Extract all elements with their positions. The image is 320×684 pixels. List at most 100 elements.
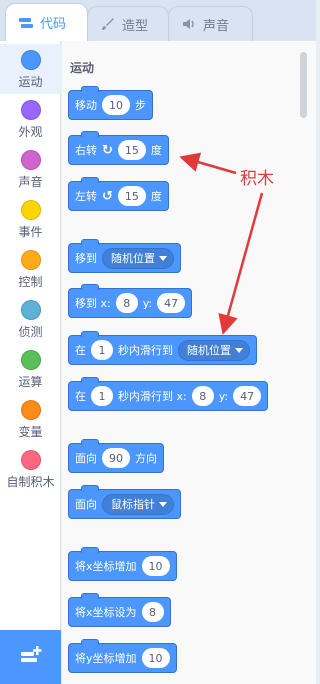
tab-costumes[interactable]: 造型 xyxy=(87,6,169,41)
block-text: 将x坐标增加 xyxy=(75,560,137,573)
block-text: 在 xyxy=(75,390,86,403)
y-input[interactable]: 47 xyxy=(233,386,262,406)
block-text: 在 xyxy=(75,344,86,357)
goto-block[interactable]: 移到 随机位置 xyxy=(68,239,181,273)
category-operators[interactable]: 运算 xyxy=(0,344,61,394)
category-my-blocks[interactable]: 自制积木 xyxy=(0,444,61,494)
block-text: 移到 xyxy=(75,252,97,265)
palette-section-title: 运动 xyxy=(70,61,95,75)
control-color-dot xyxy=(20,250,41,270)
dropdown-value: 随机位置 xyxy=(111,252,155,265)
category-control[interactable]: 控制 xyxy=(0,244,61,294)
tab-costumes-label: 造型 xyxy=(122,18,149,34)
category-label: 运动 xyxy=(18,75,43,89)
point-towards-dropdown[interactable]: 鼠标指针 xyxy=(102,493,174,515)
code-icon xyxy=(18,15,34,31)
variables-color-dot xyxy=(20,400,41,420)
category-label: 变量 xyxy=(18,425,43,439)
rotate-counterclockwise-icon: ↺ xyxy=(102,188,113,204)
change-y-block[interactable]: 将y坐标增加 10 xyxy=(68,639,177,673)
degrees-input[interactable]: 15 xyxy=(117,140,146,160)
category-variables[interactable]: 变量 xyxy=(0,394,61,444)
category-label: 运算 xyxy=(18,375,43,389)
category-sensing[interactable]: 侦测 xyxy=(0,294,61,344)
goto-xy-block[interactable]: 移到 x: 8 y: 47 xyxy=(68,284,193,318)
category-label: 自制积木 xyxy=(6,475,55,489)
add-extension-icon xyxy=(19,644,43,670)
events-color-dot xyxy=(20,200,41,220)
degrees-input[interactable]: 15 xyxy=(117,186,146,206)
category-label: 事件 xyxy=(18,225,43,239)
y-input[interactable]: 47 xyxy=(157,293,186,313)
category-label: 外观 xyxy=(18,125,43,139)
my-blocks-color-dot xyxy=(20,450,41,470)
glide-xy-block[interactable]: 在 1 秒内滑行到 x: 8 y: 47 xyxy=(68,377,269,411)
speaker-icon xyxy=(181,16,197,32)
x-set-input[interactable]: 8 xyxy=(141,602,164,622)
add-extension-button[interactable] xyxy=(0,630,61,684)
block-text: 秒内滑行到 x: xyxy=(118,390,187,403)
block-text: 度 xyxy=(150,190,162,203)
looks-color-dot xyxy=(20,100,41,120)
block-text: 步 xyxy=(135,99,146,112)
category-label: 控制 xyxy=(18,275,43,289)
editor-tabs: 代码 造型 声音 xyxy=(0,0,316,41)
block-text: 方向 xyxy=(135,452,157,465)
point-towards-block[interactable]: 面向 鼠标指针 xyxy=(68,485,181,519)
palette-scrollbar[interactable] xyxy=(300,52,307,118)
brush-icon xyxy=(100,16,116,32)
turn-right-block[interactable]: 右转 ↻ 15 度 xyxy=(68,131,169,165)
tab-sounds-label: 声音 xyxy=(203,18,230,34)
move-steps-block[interactable]: 移动 10 步 xyxy=(68,86,153,120)
block-text: 秒内滑行到 xyxy=(118,344,173,357)
chevron-down-icon xyxy=(159,501,167,507)
set-x-block[interactable]: 将x坐标设为 8 xyxy=(68,593,171,627)
block-text: 右转 xyxy=(75,144,97,157)
block-text: 面向 xyxy=(75,452,97,465)
turn-left-block[interactable]: 左转 ↺ 15 度 xyxy=(68,177,169,211)
category-events[interactable]: 事件 xyxy=(0,194,61,244)
y-change-input[interactable]: 10 xyxy=(141,648,170,668)
tab-code-label: 代码 xyxy=(40,17,67,32)
change-x-block[interactable]: 将x坐标增加 10 xyxy=(68,547,177,581)
x-input[interactable]: 8 xyxy=(191,386,214,406)
category-sound[interactable]: 声音 xyxy=(0,144,61,194)
block-text: 面向 xyxy=(75,498,97,511)
block-text: 移动 xyxy=(75,99,97,112)
seconds-input[interactable]: 1 xyxy=(91,340,113,360)
category-label: 声音 xyxy=(18,175,43,189)
dropdown-value: 随机位置 xyxy=(187,344,231,357)
scratch-editor: 代码 造型 声音 运动 外观 声音 事件 控制 侦测 运算 变量 自制积木 运动… xyxy=(0,0,316,684)
direction-input[interactable]: 90 xyxy=(102,448,130,468)
chevron-down-icon xyxy=(235,347,243,353)
block-text: 将x坐标设为 xyxy=(75,606,137,619)
x-input[interactable]: 8 xyxy=(115,293,138,313)
block-text: 度 xyxy=(150,144,162,157)
tab-sounds[interactable]: 声音 xyxy=(168,6,253,41)
tab-code[interactable]: 代码 xyxy=(5,3,88,41)
block-text: 左转 xyxy=(75,190,97,203)
annotation-label: 积木 xyxy=(240,169,274,189)
category-looks[interactable]: 外观 xyxy=(0,94,61,144)
glide-to-block[interactable]: 在 1 秒内滑行到 随机位置 xyxy=(68,331,257,365)
glide-target-dropdown[interactable]: 随机位置 xyxy=(178,339,250,361)
chevron-down-icon xyxy=(159,255,167,261)
category-label: 侦测 xyxy=(18,325,43,339)
block-text: 将y坐标增加 xyxy=(75,652,137,665)
category-motion[interactable]: 运动 xyxy=(0,44,61,94)
steps-input[interactable]: 10 xyxy=(102,95,130,115)
rotate-clockwise-icon: ↻ xyxy=(102,142,113,158)
dropdown-value: 鼠标指针 xyxy=(111,498,155,511)
x-change-input[interactable]: 10 xyxy=(141,556,170,576)
sound-color-dot xyxy=(20,150,41,170)
point-direction-block[interactable]: 面向 90 方向 xyxy=(68,439,164,473)
motion-color-dot xyxy=(20,50,41,70)
block-text: 移到 x: xyxy=(75,297,111,310)
sensing-color-dot xyxy=(20,300,41,320)
category-menu: 运动 外观 声音 事件 控制 侦测 运算 变量 自制积木 xyxy=(0,41,61,684)
goto-target-dropdown[interactable]: 随机位置 xyxy=(102,247,174,269)
operators-color-dot xyxy=(20,350,41,370)
block-text: y: xyxy=(142,296,153,310)
block-text: y: xyxy=(218,389,229,403)
seconds-input[interactable]: 1 xyxy=(91,386,113,406)
